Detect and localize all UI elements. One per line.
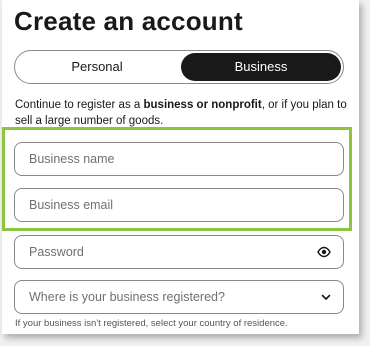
country-note: If your business isn't registered, selec… — [15, 318, 288, 329]
business-email-field[interactable]: Business email — [14, 188, 344, 222]
country-placeholder: Where is your business registered? — [29, 290, 225, 304]
business-name-field[interactable]: Business name — [14, 142, 344, 176]
password-placeholder: Password — [29, 245, 84, 259]
business-name-placeholder: Business name — [29, 152, 115, 166]
chevron-down-icon — [321, 294, 331, 300]
business-email-placeholder: Business email — [29, 198, 114, 212]
personal-option[interactable]: Personal — [17, 53, 177, 81]
country-select[interactable]: Where is your business registered? — [14, 280, 344, 314]
eye-icon[interactable] — [317, 246, 331, 258]
description-bold: business or nonprofit — [143, 99, 262, 111]
description-text: Continue to register as a business or no… — [15, 97, 355, 129]
description-prefix: Continue to register as a — [15, 99, 144, 111]
page-title: Create an account — [14, 6, 243, 36]
business-option[interactable]: Business — [181, 53, 341, 81]
signup-card: Create an account Personal Business Cont… — [2, 0, 359, 334]
password-field[interactable]: Password — [14, 235, 344, 269]
account-type-toggle: Personal Business — [14, 50, 344, 84]
